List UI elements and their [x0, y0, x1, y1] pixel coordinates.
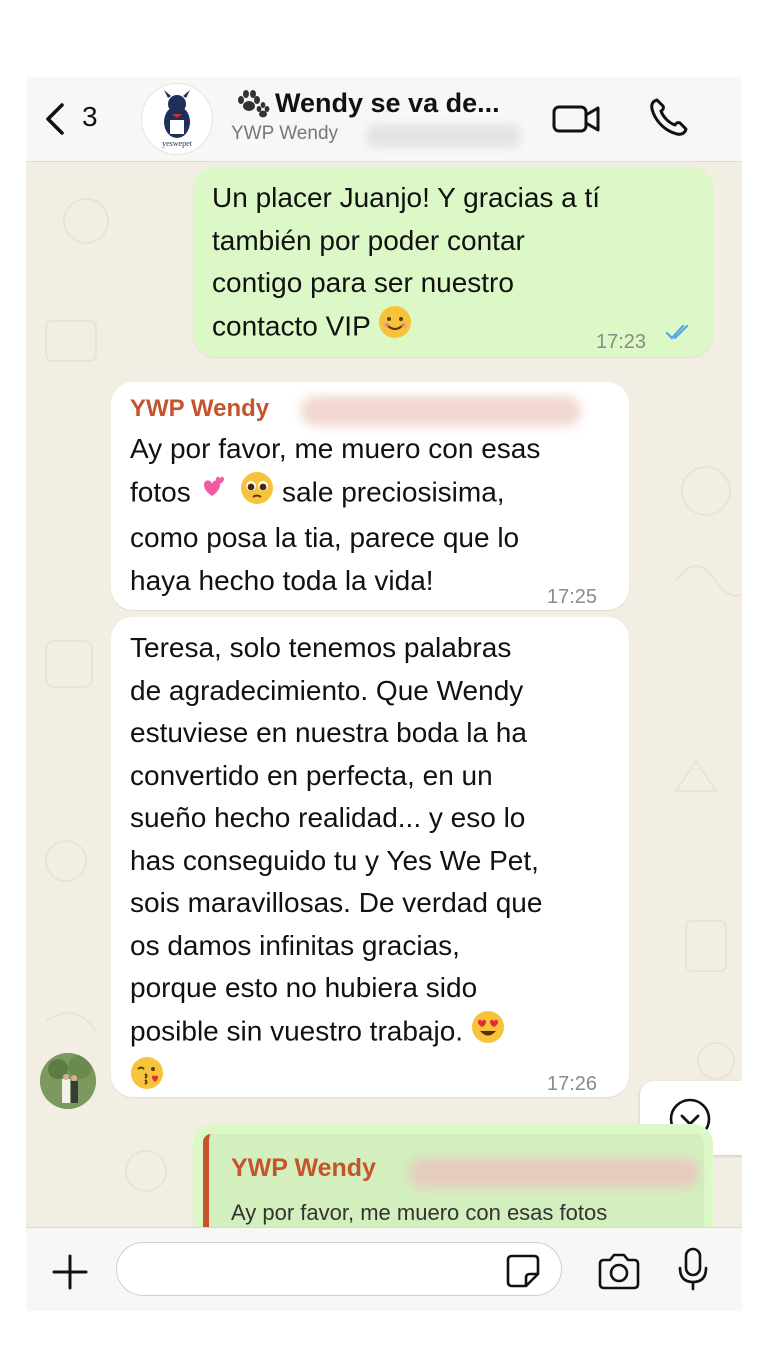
- paw-icon: [238, 90, 270, 118]
- message-time: 17:25: [547, 586, 598, 608]
- video-call-icon: [552, 105, 600, 133]
- quoted-text: Ay por favor, me muero con esas fotos: [231, 1200, 608, 1225]
- message-line: también por poder contar: [212, 224, 525, 256]
- redacted-sender-detail: [409, 1158, 699, 1188]
- double-check-icon: [665, 324, 689, 340]
- quoted-sender: YWP Wendy: [231, 1154, 376, 1182]
- message-bubble-incoming[interactable]: YWP Wendy Ay por favor, me muero con esa…: [111, 382, 629, 610]
- message-input[interactable]: [116, 1242, 562, 1296]
- message-bubble-outgoing[interactable]: Un placer Juanjo! Y gracias a tí también…: [193, 167, 713, 357]
- two-hearts-emoji: [198, 471, 232, 518]
- unread-count[interactable]: 3: [82, 101, 98, 133]
- voice-note-button[interactable]: [676, 1246, 710, 1292]
- message-time: 17:23: [596, 331, 647, 353]
- message-time: 17:26: [547, 1073, 598, 1095]
- avatar-label: yeswepet: [162, 139, 193, 148]
- message-line: sale preciosisima,: [282, 476, 505, 508]
- heart-eyes-emoji: [471, 1010, 505, 1057]
- message-line: como posa la tia, parece que lo: [130, 522, 520, 553]
- chat-subtitle: YWP Wendy: [231, 123, 339, 144]
- voice-call-button[interactable]: [647, 95, 691, 139]
- chat-screen: 3 yeswepet Wendy se va de... YWP Wendy U…: [26, 77, 742, 1311]
- message-line: haya hecho toda la vida!: [130, 564, 434, 596]
- pleading-face-emoji: [240, 471, 274, 518]
- message-line: estuviese en nuestra boda la ha: [130, 717, 527, 748]
- chat-header: 3 yeswepet Wendy se va de... YWP Wendy: [26, 77, 742, 162]
- microphone-icon: [678, 1247, 708, 1291]
- message-line: Teresa, solo tenemos palabras: [130, 632, 512, 663]
- plus-icon: [52, 1254, 88, 1290]
- message-line: sueño hecho realidad... y eso lo: [130, 802, 526, 833]
- sticker-button[interactable]: [504, 1252, 542, 1290]
- chat-title-row[interactable]: Wendy se va de...: [231, 85, 500, 121]
- camera-button[interactable]: [596, 1252, 642, 1292]
- message-line: Ay por favor, me muero con esas: [130, 433, 541, 464]
- message-line: has conseguido tu y Yes We Pet,: [130, 844, 539, 876]
- message-line: Un placer Juanjo! Y gracias a tí: [212, 182, 601, 213]
- smiling-face-emoji: [378, 305, 412, 352]
- message-line: posible sin vuestro trabajo.: [130, 1015, 464, 1047]
- chat-title: Wendy se va de...: [275, 87, 500, 118]
- phone-icon: [650, 98, 688, 136]
- message-line: os damos infinitas gracias,: [130, 929, 460, 961]
- message-line: convertido en perfecta, en un: [130, 759, 493, 791]
- chevron-left-icon: [46, 103, 64, 135]
- message-line: fotos: [130, 476, 191, 508]
- camera-icon: [598, 1253, 640, 1290]
- message-bubble-incoming[interactable]: Teresa, solo tenemos palabras de agradec…: [111, 617, 629, 1097]
- message-line: de agradecimiento. Que Wendy: [130, 674, 524, 706]
- message-line: porque esto no hubiera sido: [130, 972, 478, 1003]
- dog-logo-icon: yeswepet: [162, 90, 193, 148]
- redacted-participants: [366, 124, 521, 148]
- sticker-icon: [506, 1254, 540, 1288]
- message-sender: YWP Wendy: [130, 395, 270, 422]
- attach-button[interactable]: [50, 1252, 90, 1292]
- composer-bar: [26, 1227, 742, 1311]
- message-line: sois maravillosas. De verdad que: [130, 887, 543, 918]
- message-bubble-outgoing-reply[interactable]: YWP Wendy Ay por favor, me muero con esa…: [193, 1124, 713, 1244]
- redacted-sender-detail: [301, 396, 581, 426]
- message-line: contigo para ser nuestro: [212, 267, 514, 298]
- back-button[interactable]: [40, 99, 70, 139]
- group-avatar[interactable]: yeswepet: [141, 83, 213, 155]
- message-line: contacto VIP: [212, 310, 371, 342]
- video-call-button[interactable]: [552, 99, 602, 139]
- sender-avatar[interactable]: [40, 1053, 96, 1109]
- face-blowing-kiss-emoji: [130, 1056, 164, 1103]
